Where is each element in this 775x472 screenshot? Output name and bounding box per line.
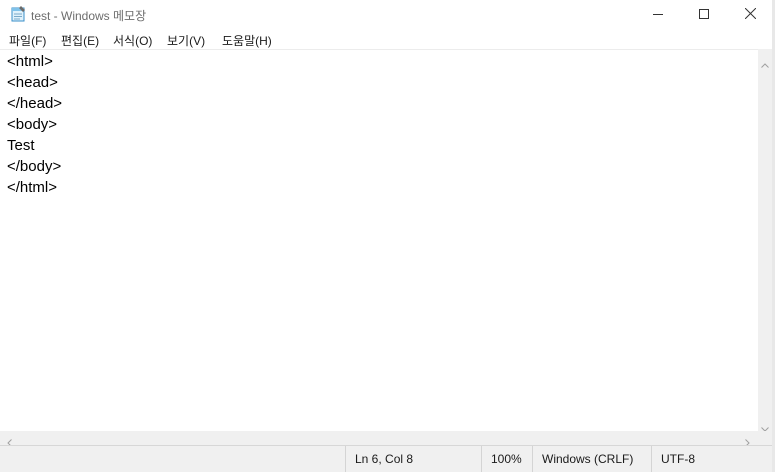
editor-line: <html> xyxy=(7,53,53,70)
menu-format[interactable]: 서식(O) xyxy=(113,32,152,49)
editor-line: </html> xyxy=(7,179,58,196)
editor-line: <body> xyxy=(7,116,58,133)
editor-line: <head> xyxy=(7,74,58,91)
close-button[interactable] xyxy=(727,0,773,29)
close-icon xyxy=(744,6,756,24)
zoom-level: 100% xyxy=(481,446,533,472)
scrollbar-corner xyxy=(758,431,772,445)
editor-line: Test xyxy=(7,137,35,154)
editor-line: </head> xyxy=(7,95,63,112)
text-editor[interactable]: <html> <head> </head> <body> Test </body… xyxy=(0,49,758,432)
notepad-icon xyxy=(11,6,26,22)
title-bar[interactable]: test - Windows 메모장 xyxy=(0,0,772,29)
status-bar: Ln 6, Col 8 100% Windows (CRLF) UTF-8 xyxy=(0,445,772,472)
encoding: UTF-8 xyxy=(651,446,772,472)
minimize-button[interactable] xyxy=(635,0,681,29)
chevron-up-icon[interactable] xyxy=(761,55,769,73)
cursor-position: Ln 6, Col 8 xyxy=(345,446,481,472)
window-title: test - Windows 메모장 xyxy=(31,9,147,23)
menu-edit[interactable]: 편집(E) xyxy=(61,32,99,49)
maximize-button[interactable] xyxy=(681,0,727,29)
notepad-window: test - Windows 메모장 파일(F) 편집(E) 서식(O) 보기(… xyxy=(0,0,775,472)
menu-file[interactable]: 파일(F) xyxy=(9,32,46,49)
menu-view[interactable]: 보기(V) xyxy=(167,32,205,49)
menu-help[interactable]: 도움말(H) xyxy=(222,32,272,49)
editor-line: </body> xyxy=(7,158,62,175)
line-ending: Windows (CRLF) xyxy=(532,446,652,472)
vertical-scrollbar[interactable] xyxy=(758,49,772,432)
menu-bar: 파일(F) 편집(E) 서식(O) 보기(V) 도움말(H) xyxy=(0,29,772,49)
maximize-icon xyxy=(699,6,709,24)
minimize-icon xyxy=(653,6,663,24)
horizontal-scrollbar[interactable] xyxy=(0,431,758,447)
